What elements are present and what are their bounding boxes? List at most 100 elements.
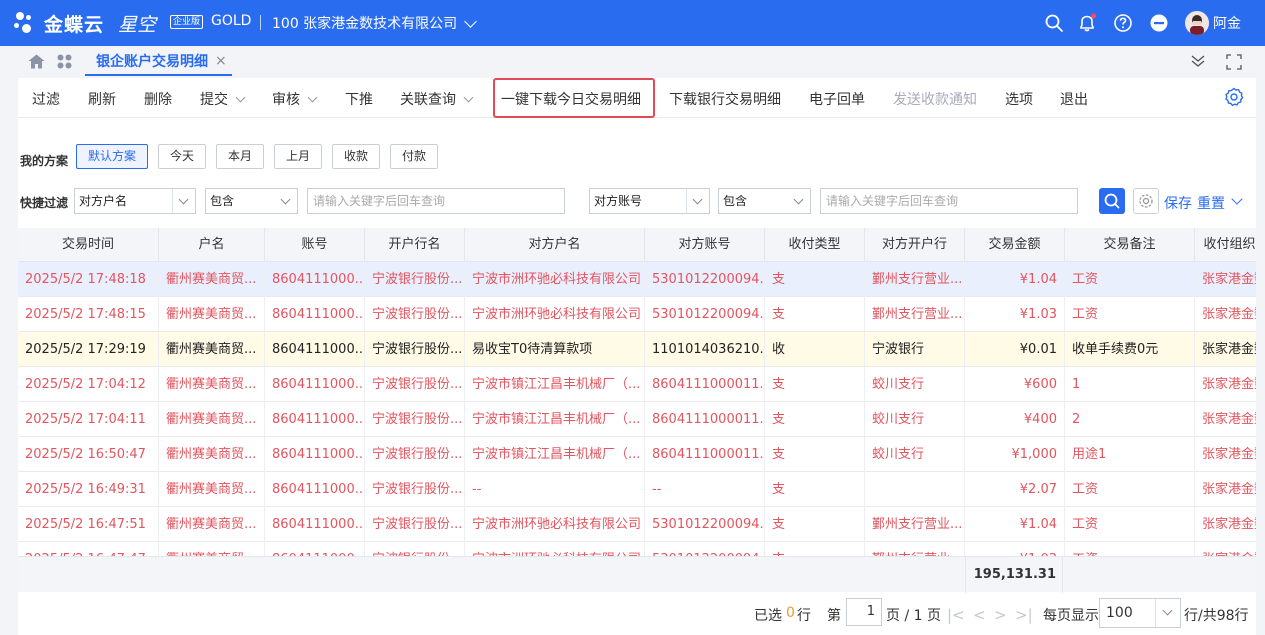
column-header[interactable]: 交易金额 bbox=[965, 228, 1065, 262]
filter-field-select-2[interactable]: 对方账号 bbox=[589, 188, 710, 214]
search-icon[interactable] bbox=[1044, 13, 1064, 33]
page-number-input[interactable]: 1 bbox=[846, 598, 882, 626]
tab-label: 银企账户交易明细 bbox=[96, 54, 208, 70]
column-header[interactable]: 收付组织 bbox=[1195, 228, 1256, 262]
table-row[interactable]: 2025/5/2 17:48:15 衢州赛美商贸... 8604111000... 宁… bbox=[18, 297, 1256, 332]
column-header[interactable]: 账号 bbox=[265, 228, 365, 262]
chevron-down-icon bbox=[235, 92, 246, 103]
scheme-label: 我的方案 bbox=[20, 154, 69, 168]
table-cell: ¥1.04 bbox=[965, 262, 1065, 297]
scheme-payment-button[interactable]: 付款 bbox=[390, 144, 438, 169]
e-receipt-button[interactable]: 电子回单 bbox=[809, 89, 865, 109]
related-query-button[interactable]: 关联查询 bbox=[400, 89, 474, 109]
apps-grid-icon[interactable] bbox=[57, 54, 72, 69]
save-scheme-link[interactable]: 保存 bbox=[1164, 193, 1192, 213]
home-icon[interactable] bbox=[28, 54, 45, 69]
column-header[interactable]: 对方账号 bbox=[645, 228, 765, 262]
reset-filter-link[interactable]: 重置 bbox=[1197, 193, 1225, 213]
table-cell: 宁波银行股份... bbox=[365, 402, 465, 437]
search-icon bbox=[1104, 193, 1120, 209]
table-cell: 2025/5/2 17:29:19 bbox=[18, 332, 159, 367]
scheme-default-button[interactable]: 默认方案 bbox=[76, 144, 148, 169]
column-header[interactable]: 收付类型 bbox=[765, 228, 865, 262]
scheme-today-button[interactable]: 今天 bbox=[158, 144, 206, 169]
table-cell: 2025/5/2 17:04:11 bbox=[18, 402, 159, 437]
filter-operator-select-1[interactable]: 包含 bbox=[205, 188, 298, 214]
submit-button[interactable]: 提交 bbox=[200, 89, 246, 109]
table-cell: 支 bbox=[765, 472, 865, 507]
table-row[interactable]: 2025/5/2 17:29:19 衢州赛美商贸... 8604111000... 宁… bbox=[18, 332, 1256, 367]
filter-button[interactable]: 过滤 bbox=[32, 89, 60, 109]
more-icon[interactable] bbox=[1149, 13, 1169, 33]
last-page-icon[interactable]: >| bbox=[1015, 606, 1033, 624]
table-row[interactable]: 2025/5/2 16:50:47 衢州赛美商贸... 8604111000... 宁… bbox=[18, 437, 1256, 472]
table-cell: 1101014036210... bbox=[645, 332, 765, 367]
search-button[interactable] bbox=[1099, 188, 1125, 214]
table-header: 交易时间 户名 账号 开户行名 对方户名 对方账号 收付类型 对方开户行 交易金额 交易备注 收付组… bbox=[18, 228, 1256, 262]
chevron-down-icon[interactable] bbox=[1231, 193, 1243, 205]
table-row[interactable]: 2025/5/2 16:47:51 衢州赛美商贸... 8604111000... 宁… bbox=[18, 507, 1256, 542]
double-chevron-down-icon[interactable] bbox=[1190, 54, 1206, 68]
chevron-down-icon bbox=[793, 194, 804, 205]
download-bank-detail-button[interactable]: 下载银行交易明细 bbox=[669, 89, 781, 109]
user-name[interactable]: 阿金 bbox=[1213, 13, 1241, 33]
tab-bank-transaction-detail[interactable]: 银企账户交易明细 × bbox=[85, 46, 237, 76]
table-cell: 宁波银行股份... bbox=[365, 367, 465, 402]
product-name: GOLD bbox=[211, 13, 252, 29]
top-bar: 金蝶云 星空 企业版 GOLD 100 张家港金数技术有限公司 阿金 bbox=[0, 0, 1265, 46]
scheme-receipt-button[interactable]: 收款 bbox=[332, 144, 380, 169]
table-cell: 宁波银行股份... bbox=[365, 437, 465, 472]
table-cell: 宁波银行股份... bbox=[365, 262, 465, 297]
push-down-button[interactable]: 下推 bbox=[345, 89, 373, 109]
column-header[interactable]: 对方开户行 bbox=[865, 228, 965, 262]
company-selector[interactable]: 100 张家港金数技术有限公司 bbox=[272, 13, 457, 33]
table-cell: 宁波银行股份... bbox=[365, 332, 465, 367]
column-header[interactable]: 对方户名 bbox=[465, 228, 645, 262]
bell-icon[interactable] bbox=[1077, 13, 1097, 33]
audit-button[interactable]: 审核 bbox=[272, 89, 318, 109]
chevron-down-icon[interactable] bbox=[464, 15, 477, 28]
table-cell: 衢州赛美商贸... bbox=[159, 332, 265, 367]
table-cell: 工资 bbox=[1065, 472, 1195, 507]
exit-button[interactable]: 退出 bbox=[1060, 89, 1088, 109]
table-cell: 收单手续费0元 bbox=[1065, 332, 1195, 367]
scheme-last-month-button[interactable]: 上月 bbox=[274, 144, 322, 169]
column-header[interactable]: 开户行名 bbox=[365, 228, 465, 262]
delete-button[interactable]: 删除 bbox=[144, 89, 172, 109]
options-button[interactable]: 选项 bbox=[1005, 89, 1033, 109]
column-header[interactable]: 交易备注 bbox=[1065, 228, 1195, 262]
help-icon[interactable] bbox=[1113, 13, 1133, 33]
prev-page-icon[interactable]: < bbox=[973, 606, 986, 624]
filter-keyword-input-1[interactable]: 请输入关键字后回车查询 bbox=[307, 188, 565, 214]
close-icon[interactable]: × bbox=[215, 53, 227, 69]
gear-icon bbox=[1139, 194, 1153, 208]
table-row[interactable]: 2025/5/2 17:48:18 衢州赛美商贸... 8604111000... 宁… bbox=[18, 262, 1256, 297]
table-cell: 张家港金数 bbox=[1195, 262, 1256, 297]
avatar[interactable] bbox=[1185, 11, 1209, 35]
column-header[interactable]: 户名 bbox=[159, 228, 265, 262]
table-row[interactable]: 2025/5/2 16:49:31 衢州赛美商贸... 8604111000... 宁… bbox=[18, 472, 1256, 507]
page-size-select[interactable]: 100 bbox=[1099, 598, 1181, 628]
first-page-icon[interactable]: |< bbox=[947, 606, 965, 624]
main-panel: 过滤 刷新 删除 提交 审核 下推 关联查询 一键下载今日交易明细 下载银行交易… bbox=[18, 78, 1256, 635]
table-cell: 鄞州支行营业... bbox=[865, 297, 965, 332]
table-row[interactable]: 2025/5/2 17:04:11 衢州赛美商贸... 8604111000... 宁… bbox=[18, 402, 1256, 437]
filter-keyword-input-2[interactable]: 请输入关键字后回车查询 bbox=[820, 188, 1078, 214]
refresh-button[interactable]: 刷新 bbox=[88, 89, 116, 109]
per-page-label: 每页显示 bbox=[1043, 608, 1099, 624]
column-header[interactable]: 交易时间 bbox=[18, 228, 159, 262]
fullscreen-icon[interactable] bbox=[1226, 54, 1242, 70]
chevron-down-icon bbox=[178, 194, 189, 205]
table-cell: 8604111000... bbox=[265, 332, 365, 367]
filter-field-select-1[interactable]: 对方户名 bbox=[74, 188, 196, 214]
table-row[interactable]: 2025/5/2 17:04:12 衢州赛美商贸... 8604111000... 宁… bbox=[18, 367, 1256, 402]
chevron-down-icon bbox=[1162, 605, 1173, 616]
gear-icon[interactable] bbox=[1224, 87, 1244, 107]
scheme-month-button[interactable]: 本月 bbox=[216, 144, 264, 169]
filter-operator-select-2[interactable]: 包含 bbox=[718, 188, 811, 214]
table-cell: 工资 bbox=[1065, 262, 1195, 297]
table-cell: ¥2.07 bbox=[965, 472, 1065, 507]
next-page-icon[interactable]: > bbox=[994, 606, 1007, 624]
filter-settings-button[interactable] bbox=[1133, 188, 1159, 214]
send-receipt-notice-button[interactable]: 发送收款通知 bbox=[893, 89, 977, 109]
